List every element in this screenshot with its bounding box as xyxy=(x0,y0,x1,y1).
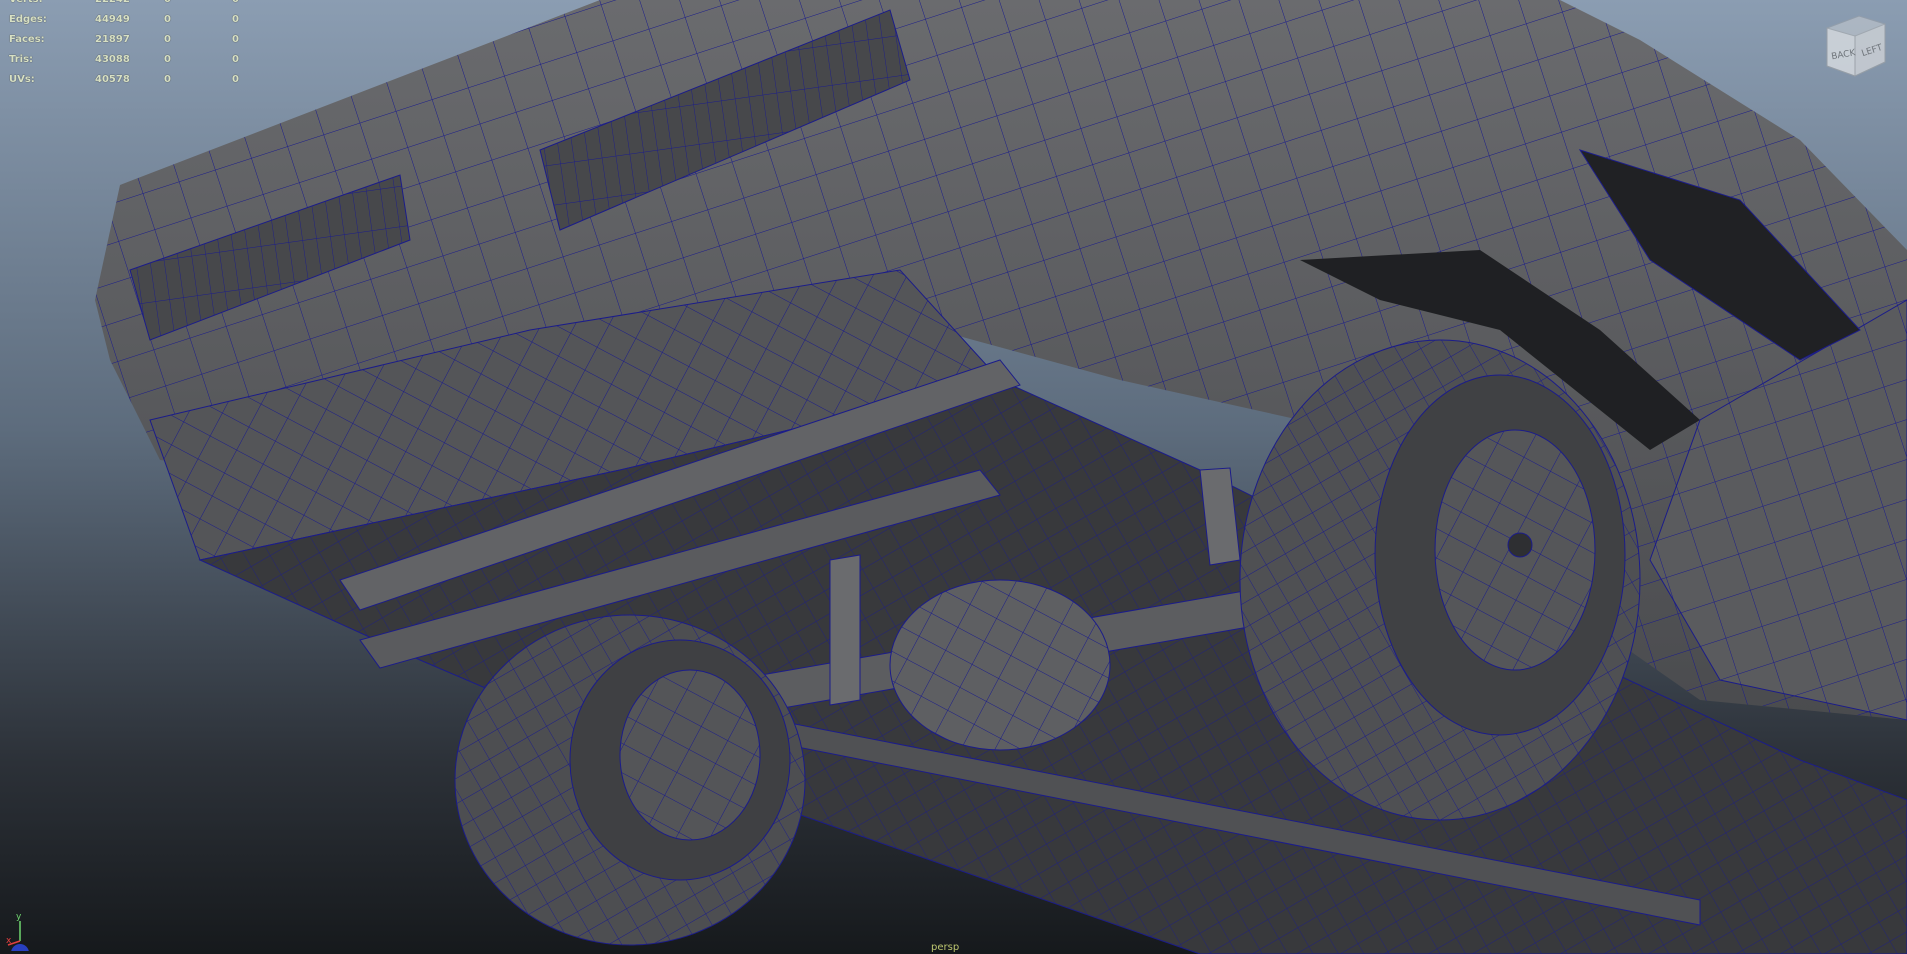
hud-row-verts: Verts: 22242 0 0 xyxy=(9,0,272,10)
hud-component: 0 xyxy=(232,14,239,25)
hud-value: 40578 xyxy=(95,74,130,85)
hud-row-tris: Tris: 43088 0 0 xyxy=(9,50,272,70)
hud-component: 0 xyxy=(232,54,239,65)
car-wireframe-mesh[interactable] xyxy=(0,0,1907,954)
hud-component: 0 xyxy=(232,74,239,85)
hud-component: 0 xyxy=(232,34,239,45)
hud-component: 0 xyxy=(232,0,272,10)
hud-row-uvs: UVs: 40578 0 0 xyxy=(9,70,272,90)
hud-value: 43088 xyxy=(95,54,130,65)
hud-value: 21897 xyxy=(95,34,130,45)
hud-selected: 0 xyxy=(164,0,232,10)
hud-selected: 0 xyxy=(164,54,171,65)
hud-row-edges: Edges: 44949 0 0 xyxy=(9,10,272,30)
hud-label: Tris: xyxy=(9,54,34,65)
wheel-left xyxy=(454,614,806,946)
hud-selected: 0 xyxy=(164,74,171,85)
hud-selected: 0 xyxy=(164,34,171,45)
hud-label: Verts: xyxy=(9,0,95,10)
hud-selected: 0 xyxy=(164,14,171,25)
hud-value: 22242 xyxy=(95,0,164,10)
poly-count-hud: Verts: 22242 0 0 Edges: 44949 0 0 Faces:… xyxy=(9,0,272,90)
shock-absorber-left xyxy=(829,554,861,706)
axis-gizmo-icon: y x xyxy=(6,912,29,951)
camera-label: persp xyxy=(931,942,960,953)
hud-label: UVs: xyxy=(9,74,35,85)
hud-label: Edges: xyxy=(9,14,47,25)
hud-label: Faces: xyxy=(9,34,45,45)
viewport-3d[interactable]: Verts: 22242 0 0 Edges: 44949 0 0 Faces:… xyxy=(0,0,1907,954)
hud-value: 44949 xyxy=(95,14,130,25)
axis-y-label: y xyxy=(16,912,22,922)
axis-x-label: x xyxy=(6,936,12,946)
view-cube-icon[interactable]: BACK LEFT xyxy=(1819,14,1889,78)
hud-row-faces: Faces: 21897 0 0 xyxy=(9,30,272,50)
wheel-right xyxy=(1239,339,1641,821)
